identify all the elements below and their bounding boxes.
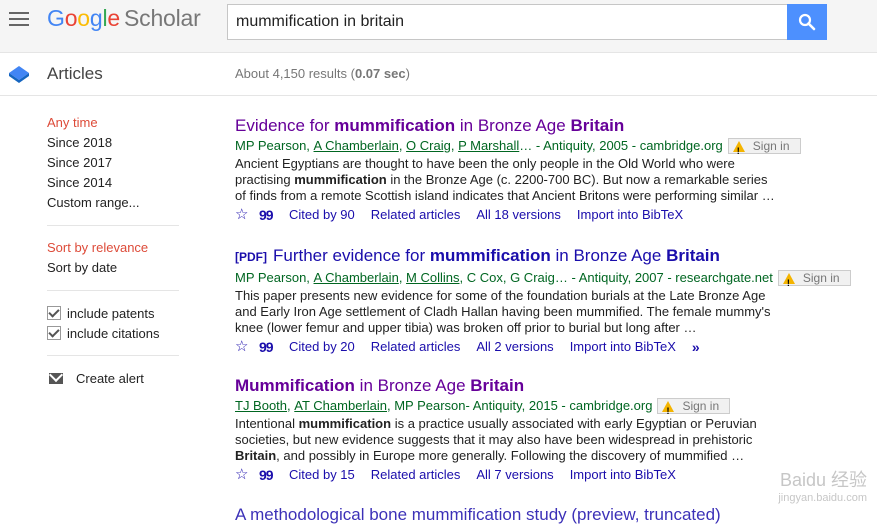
author-link[interactable]: A Chamberlain bbox=[314, 268, 399, 288]
pdf-tag: [PDF] bbox=[235, 250, 267, 264]
all-versions-link[interactable]: All 7 versions bbox=[476, 465, 553, 485]
filter-custom-range[interactable]: Custom range... bbox=[47, 193, 182, 213]
divider bbox=[47, 290, 179, 291]
filters-sidebar: Any time Since 2018 Since 2017 Since 201… bbox=[47, 113, 182, 388]
cite-quote-icon[interactable]: 99 bbox=[259, 205, 289, 225]
cited-by-link[interactable]: Cited by 15 bbox=[289, 465, 355, 485]
checkbox-checked-icon[interactable] bbox=[47, 306, 61, 320]
articles-icon bbox=[9, 66, 29, 83]
sign-in-button[interactable]: Sign in bbox=[777, 270, 851, 293]
result-title-link[interactable]: Evidence for mummification in Bronze Age… bbox=[235, 115, 855, 136]
author-plain: MP Pearson bbox=[235, 270, 307, 285]
results-list: Evidence for mummification in Bronze Age… bbox=[235, 115, 855, 524]
result-actions: ☆ 99 Cited by 20 Related articles All 2 … bbox=[235, 337, 855, 357]
sign-in-button[interactable]: Sign in bbox=[657, 398, 731, 421]
import-bibtex-link[interactable]: Import into BibTeX bbox=[570, 465, 676, 485]
save-star-icon[interactable]: ☆ bbox=[235, 465, 259, 485]
filter-since-2014[interactable]: Since 2014 bbox=[47, 173, 182, 193]
results-subheader: Articles About 4,150 results (0.07 sec) bbox=[0, 53, 877, 96]
hamburger-menu-icon[interactable] bbox=[9, 12, 29, 28]
cited-by-link[interactable]: Cited by 20 bbox=[289, 337, 355, 357]
top-bar: Google Scholar bbox=[0, 0, 877, 53]
author-link[interactable]: M Collins bbox=[406, 268, 459, 288]
divider bbox=[47, 355, 179, 356]
result-source: … - Antiquity, 2007 - researchgate.net bbox=[554, 270, 773, 285]
checkbox-checked-icon[interactable] bbox=[47, 326, 61, 340]
import-bibtex-link[interactable]: Import into BibTeX bbox=[577, 205, 683, 225]
filter-any-time[interactable]: Any time bbox=[47, 113, 182, 133]
save-star-icon[interactable]: ☆ bbox=[235, 337, 259, 357]
sign-in-button[interactable]: Sign in bbox=[727, 138, 801, 161]
result-item: [PDF] Further evidence for mummification … bbox=[235, 245, 855, 375]
result-meta: MP Pearson, A Chamberlain, O Craig, P Ma… bbox=[235, 136, 855, 161]
watermark: Baidu 经验 jingyan.baidu.com bbox=[778, 470, 867, 504]
result-source: - Antiquity, 2015 - cambridge.org bbox=[465, 398, 653, 413]
warning-icon bbox=[782, 272, 795, 293]
cite-quote-icon[interactable]: 99 bbox=[259, 465, 289, 485]
author-link[interactable]: A Chamberlain bbox=[314, 136, 399, 156]
result-meta: TJ Booth, AT Chamberlain , MP Pearson - … bbox=[235, 396, 855, 421]
more-actions-icon[interactable]: » bbox=[692, 337, 700, 357]
sort-by-relevance[interactable]: Sort by relevance bbox=[47, 238, 182, 258]
result-title-link[interactable]: Mummification in Bronze Age Britain bbox=[235, 375, 855, 396]
divider bbox=[47, 225, 179, 226]
author-plain: , C Cox, G Craig bbox=[459, 270, 555, 285]
result-snippet: This paper presents new evidence for som… bbox=[235, 288, 771, 335]
section-title: Articles bbox=[47, 64, 103, 83]
result-meta: MP Pearson, A Chamberlain, M Collins , C… bbox=[235, 268, 855, 293]
result-snippet: Intentional mummification is a practice … bbox=[235, 416, 757, 463]
result-title-link[interactable]: [PDF] Further evidence for mummification … bbox=[235, 245, 855, 268]
google-scholar-logo[interactable]: Google Scholar bbox=[47, 5, 201, 32]
cite-quote-icon[interactable]: 99 bbox=[259, 337, 289, 357]
author-link[interactable]: AT Chamberlain bbox=[294, 396, 387, 416]
search-input[interactable] bbox=[227, 4, 787, 40]
all-versions-link[interactable]: All 18 versions bbox=[476, 205, 561, 225]
search-icon bbox=[798, 13, 816, 31]
related-articles-link[interactable]: Related articles bbox=[371, 205, 461, 225]
import-bibtex-link[interactable]: Import into BibTeX bbox=[570, 337, 676, 357]
envelope-icon bbox=[49, 372, 63, 384]
include-patents-label: include patents bbox=[67, 305, 155, 321]
sort-by-date[interactable]: Sort by date bbox=[47, 258, 182, 278]
author-link[interactable]: P Marshall bbox=[458, 136, 519, 156]
result-actions: ☆ 99 Cited by 90 Related articles All 18… bbox=[235, 205, 855, 225]
result-actions: ☆ 99 Cited by 15 Related articles All 7 … bbox=[235, 465, 855, 485]
result-source: … - Antiquity, 2005 - cambridge.org bbox=[519, 138, 723, 153]
create-alert-label: Create alert bbox=[76, 370, 144, 386]
cited-by-link[interactable]: Cited by 90 bbox=[289, 205, 355, 225]
include-patents-checkbox[interactable]: include patents bbox=[47, 303, 182, 323]
result-item: Mummification in Bronze Age Britain TJ B… bbox=[235, 375, 855, 505]
include-citations-checkbox[interactable]: include citations bbox=[47, 323, 182, 343]
include-citations-label: include citations bbox=[67, 325, 160, 341]
create-alert-button[interactable]: Create alert bbox=[47, 368, 182, 388]
author-link[interactable]: TJ Booth bbox=[235, 396, 287, 416]
author-plain: MP Pearson bbox=[235, 138, 307, 153]
related-articles-link[interactable]: Related articles bbox=[371, 337, 461, 357]
related-articles-link[interactable]: Related articles bbox=[371, 465, 461, 485]
result-title-partial[interactable]: A methodological bone mummification stud… bbox=[235, 505, 721, 525]
all-versions-link[interactable]: All 2 versions bbox=[476, 337, 553, 357]
results-count: About 4,150 results (0.07 sec) bbox=[235, 66, 410, 81]
result-item: Evidence for mummification in Bronze Age… bbox=[235, 115, 855, 245]
filter-since-2018[interactable]: Since 2018 bbox=[47, 133, 182, 153]
author-plain: , MP Pearson bbox=[387, 398, 466, 413]
filter-since-2017[interactable]: Since 2017 bbox=[47, 153, 182, 173]
result-snippet: Ancient Egyptians are thought to have be… bbox=[235, 156, 775, 203]
author-link[interactable]: O Craig bbox=[406, 136, 451, 156]
search-button[interactable] bbox=[787, 4, 827, 40]
warning-icon bbox=[662, 400, 675, 421]
warning-icon bbox=[732, 140, 745, 161]
save-star-icon[interactable]: ☆ bbox=[235, 205, 259, 225]
